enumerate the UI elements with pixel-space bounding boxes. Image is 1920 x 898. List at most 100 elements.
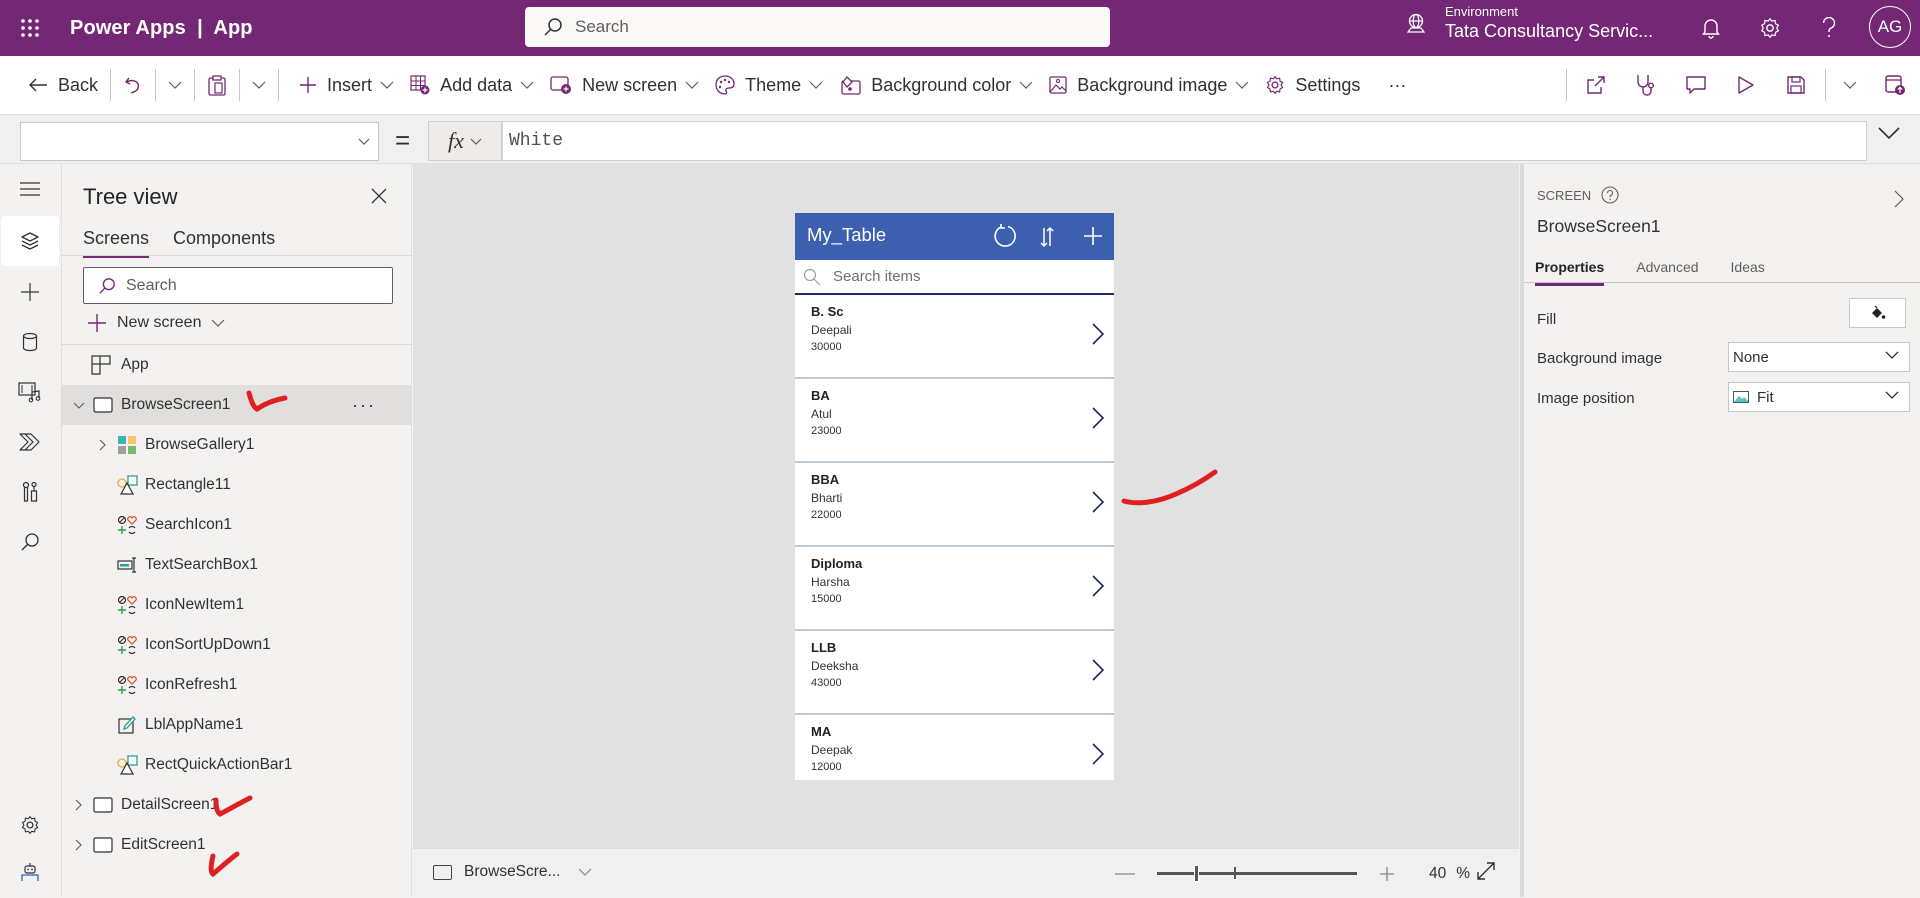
global-search-input[interactable]: Search (525, 7, 1110, 47)
preview-button[interactable] (1721, 65, 1771, 105)
undo-button[interactable] (115, 65, 151, 105)
expand-formula-button[interactable] (1878, 127, 1900, 139)
app-checker-button[interactable] (1621, 65, 1671, 105)
tree-node-iconsortupdown1[interactable]: IconSortUpDown1 (62, 625, 411, 665)
tree-node-searchicon1[interactable]: SearchIcon1 (62, 505, 411, 545)
rail-power-automate[interactable] (0, 417, 60, 467)
user-avatar[interactable]: AG (1869, 6, 1911, 48)
fill-color-picker[interactable] (1849, 298, 1906, 328)
paste-dropdown[interactable] (244, 65, 274, 105)
tree-node-iconrefresh1[interactable]: IconRefresh1 (62, 665, 411, 705)
chevron-right-icon[interactable] (1092, 491, 1104, 513)
image-position-select[interactable]: Fit (1728, 382, 1910, 412)
share-button[interactable] (1571, 65, 1621, 105)
refresh-icon[interactable] (992, 223, 1018, 249)
control-kind: SCREEN (1537, 186, 1619, 204)
zoom-in-button[interactable] (1379, 866, 1395, 882)
collapse-panel-button[interactable] (1894, 190, 1904, 208)
settings-button[interactable] (1756, 14, 1784, 42)
gallery-item[interactable]: BA Atul 23000 (795, 379, 1114, 463)
new-screen-button[interactable]: New screen (542, 65, 707, 105)
gallery-item[interactable]: Diploma Harsha 15000 (795, 547, 1114, 631)
close-tree-view-button[interactable] (371, 188, 387, 204)
background-image-select[interactable]: None (1728, 342, 1910, 372)
tree-node-rectquickactionbar1[interactable]: RectQuickActionBar1 (62, 745, 411, 785)
save-dropdown[interactable] (1830, 65, 1870, 105)
chevron-right-icon[interactable] (1092, 575, 1104, 597)
tree-node-editscreen1[interactable]: EditScreen1 (62, 825, 411, 865)
rail-advanced-tools[interactable] (0, 467, 60, 517)
design-canvas[interactable]: My_Table Search items B. Sc Deepali 30000 B… (413, 164, 1519, 848)
more-commands-button[interactable]: ··· (1380, 65, 1414, 105)
tree-node-lblappname1[interactable]: LblAppName1 (62, 705, 411, 745)
help-icon[interactable] (1601, 186, 1619, 204)
tree-node-detailscreen1[interactable]: DetailScreen1 (62, 785, 411, 825)
chevron-right-icon[interactable] (1092, 407, 1104, 429)
tree-node-app[interactable]: App (62, 345, 411, 385)
tab-screens[interactable]: Screens (83, 228, 150, 258)
menu-button[interactable] (0, 164, 60, 214)
rail-media[interactable] (0, 367, 60, 417)
background-color-button[interactable]: Background color (831, 65, 1041, 105)
screen-selector[interactable]: BrowseScre... (433, 863, 592, 881)
tab-components[interactable]: Components (173, 228, 275, 258)
tree-node-browsescreen1[interactable]: BrowseScreen1 ··· (62, 385, 411, 425)
background-image-button[interactable]: Background image (1041, 65, 1257, 105)
app-screen-preview[interactable]: My_Table Search items B. Sc Deepali 30000 B… (795, 213, 1114, 780)
chevron-right-icon[interactable] (1092, 323, 1104, 345)
tree-node-rectangle11[interactable]: Rectangle11 (62, 465, 411, 505)
chevron-right-icon[interactable] (75, 799, 82, 811)
tree-node-textsearchbox1[interactable]: TextSearchBox1 (62, 545, 411, 585)
rail-copilot[interactable] (0, 847, 60, 897)
add-data-label: Add data (440, 74, 513, 95)
zoom-out-button[interactable] (1115, 872, 1135, 875)
chevron-right-icon[interactable] (1092, 743, 1104, 765)
chevron-right-icon[interactable] (1092, 659, 1104, 681)
gallery-item[interactable]: MA Deepak 12000 (795, 715, 1114, 780)
chevron-right-icon[interactable] (99, 439, 106, 451)
publish-button[interactable] (1870, 65, 1920, 105)
rail-data[interactable] (0, 317, 60, 367)
gallery-item[interactable]: BBA Bharti 22000 (795, 463, 1114, 547)
screen-selector-label: BrowseScre... (464, 863, 561, 880)
zoom-slider-thumb[interactable] (1194, 865, 1199, 882)
theme-button[interactable]: Theme (707, 65, 831, 105)
chevron-down-icon[interactable] (73, 402, 85, 409)
app-settings-button[interactable]: Settings (1257, 65, 1368, 105)
fit-to-window-button[interactable] (1476, 861, 1496, 881)
rail-tree-view[interactable] (1, 216, 59, 266)
add-data-button[interactable]: Add data (402, 65, 542, 105)
comments-button[interactable] (1671, 65, 1721, 105)
tree-new-screen-button[interactable]: New screen (87, 313, 225, 333)
tree-search-input[interactable]: Search (83, 267, 393, 304)
fx-button[interactable]: fx (428, 121, 502, 161)
add-item-icon[interactable] (1083, 226, 1103, 246)
tree-node-browsegallery1[interactable]: BrowseGallery1 (62, 425, 411, 465)
environment-picker[interactable]: Environment Tata Consultancy Servic... (1405, 4, 1653, 42)
formula-input[interactable]: White (502, 121, 1867, 161)
paste-button[interactable] (199, 65, 235, 105)
rail-search[interactable] (0, 517, 60, 567)
node-label: DetailScreen1 (121, 796, 219, 813)
property-selector[interactable] (20, 122, 379, 161)
rail-insert[interactable] (0, 267, 60, 317)
insert-label: Insert (327, 74, 373, 95)
notifications-button[interactable] (1697, 14, 1725, 42)
app-name-label[interactable]: My_Table (807, 224, 886, 246)
node-more-button[interactable]: ··· (352, 395, 376, 416)
rail-settings[interactable] (0, 800, 60, 850)
gallery-item[interactable]: LLB Deeksha 43000 (795, 631, 1114, 715)
app-launcher-button[interactable] (0, 0, 60, 56)
insert-button[interactable]: Insert (291, 65, 402, 105)
node-label: BrowseScreen1 (121, 396, 231, 413)
search-items-input[interactable]: Search items (795, 260, 1114, 295)
zoom-slider[interactable] (1157, 865, 1357, 882)
help-button[interactable] (1815, 14, 1843, 42)
tree-node-iconnewitem1[interactable]: IconNewItem1 (62, 585, 411, 625)
sort-icon[interactable] (1040, 226, 1054, 248)
undo-dropdown[interactable] (160, 65, 190, 105)
back-button[interactable]: Back (20, 65, 106, 105)
gallery-item[interactable]: B. Sc Deepali 30000 (795, 295, 1114, 379)
chevron-right-icon[interactable] (75, 839, 82, 851)
save-button[interactable] (1771, 65, 1821, 105)
